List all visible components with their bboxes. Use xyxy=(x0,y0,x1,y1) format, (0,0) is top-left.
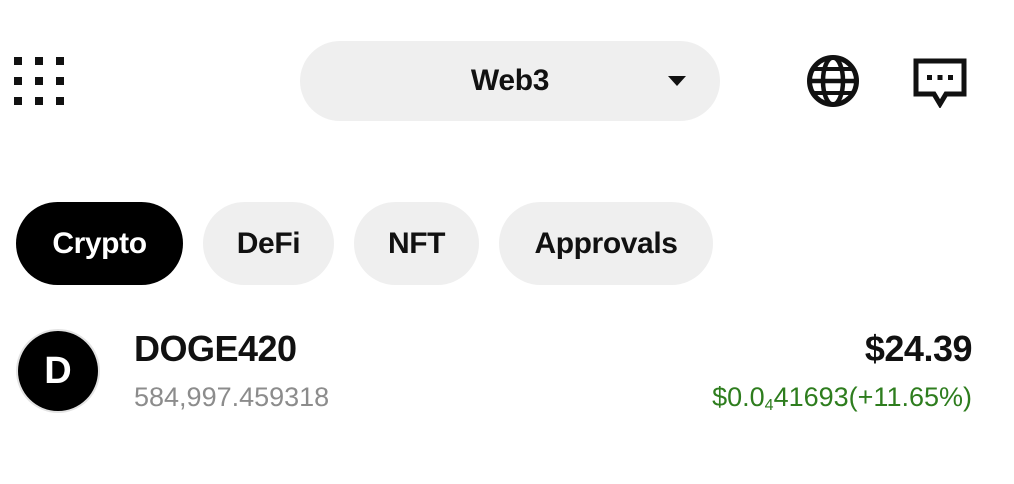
tab-approvals[interactable]: Approvals xyxy=(499,202,713,285)
globe-icon[interactable] xyxy=(806,54,860,108)
network-selector[interactable]: Web3 xyxy=(300,41,720,121)
token-row[interactable]: D DOGE420 584,997.459318 $24.39 $0.04416… xyxy=(16,328,974,418)
tab-defi[interactable]: DeFi xyxy=(203,202,334,285)
tab-crypto[interactable]: Crypto xyxy=(16,202,183,285)
asset-tabs: Crypto DeFi NFT Approvals xyxy=(16,202,713,285)
tab-nft[interactable]: NFT xyxy=(354,202,479,285)
token-avatar: D xyxy=(18,331,98,411)
network-label: Web3 xyxy=(470,64,550,97)
grid-dots-icon[interactable] xyxy=(14,57,64,105)
caret-down-icon xyxy=(668,76,686,86)
token-price-digits: 41693 xyxy=(773,382,849,412)
wallet-page: Web3 Crypto DeFi NFT Approvals D DOGE420… xyxy=(0,0,1014,484)
token-balance: 584,997.459318 xyxy=(134,382,330,412)
token-name: DOGE420 xyxy=(134,328,297,369)
token-price-prefix: $0.0 xyxy=(712,382,765,412)
chat-bubble-icon[interactable] xyxy=(913,58,967,108)
token-value: $24.39 xyxy=(864,328,973,369)
token-price-zero-count: 4 xyxy=(764,397,774,414)
token-price: $0.0441693(+11.65%) xyxy=(712,382,972,415)
token-price-change: (+11.65%) xyxy=(848,382,972,412)
